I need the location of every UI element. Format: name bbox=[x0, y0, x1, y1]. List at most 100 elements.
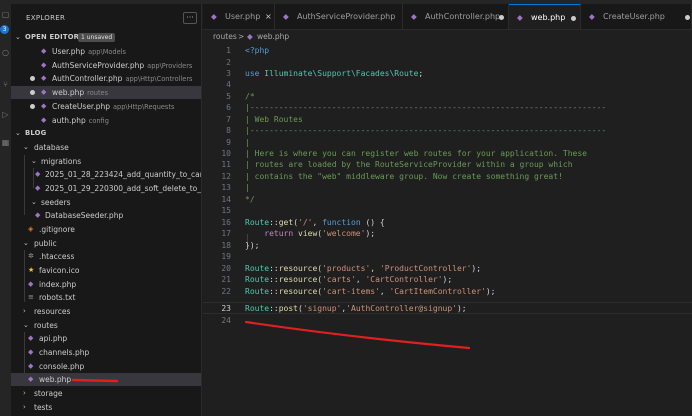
project-section[interactable]: ⌄ BLOG bbox=[11, 127, 201, 140]
more-actions-button[interactable]: ··· bbox=[183, 12, 197, 24]
unsaved-dot-icon[interactable] bbox=[685, 15, 690, 20]
unsaved-dot-icon[interactable] bbox=[571, 16, 576, 21]
tree-folder-database[interactable]: ⌄ database bbox=[11, 141, 201, 154]
code-line: |---------------------------------------… bbox=[245, 103, 607, 112]
code-line: | Here is where you can register web rou… bbox=[245, 149, 587, 158]
chevron-down-icon: ⌄ bbox=[15, 129, 21, 137]
open-editor-label: web.php routes bbox=[52, 88, 109, 97]
php-file-icon: ◆ bbox=[28, 375, 34, 383]
php-file-icon: ◆ bbox=[28, 280, 34, 288]
gear-icon: ✲ bbox=[28, 252, 34, 260]
code-line: Route::resource('carts', 'CartController… bbox=[245, 275, 453, 284]
chevron-down-icon: ⌄ bbox=[31, 157, 37, 165]
open-editor-item[interactable]: ◆ CreateUser.php app\Http\Requests bbox=[11, 100, 201, 113]
php-file-icon: ◆ bbox=[41, 88, 47, 96]
breadcrumb-folder[interactable]: routes bbox=[213, 30, 237, 43]
tree-folder-migrations[interactable]: ⌄ migrations bbox=[11, 155, 201, 168]
tree-folder-storage[interactable]: › storage bbox=[11, 387, 201, 400]
tab-user-php[interactable]: ◆ User.php × bbox=[203, 4, 275, 29]
code-line: */ bbox=[245, 195, 255, 204]
open-editor-item[interactable]: ◆ auth.php config bbox=[11, 114, 201, 127]
line-number: 23 bbox=[221, 304, 231, 313]
line-number: 21 bbox=[221, 275, 231, 284]
open-editor-item[interactable]: ◆ AuthServiceProvider.php app\Providers bbox=[11, 59, 201, 72]
chevron-down-icon: ⌄ bbox=[23, 143, 29, 151]
tree-folder-seeders[interactable]: ⌄ seeders bbox=[11, 196, 201, 209]
tab-authserviceprovider[interactable]: ◆ AuthServiceProvider.php bbox=[275, 4, 403, 29]
code-line: use Illuminate\Support\Facades\Route; bbox=[245, 69, 424, 78]
php-file-icon: ◆ bbox=[41, 74, 47, 82]
search-icon[interactable]: ○ bbox=[1, 48, 10, 57]
php-file-icon: ◆ bbox=[589, 12, 595, 21]
tree-folder-resources[interactable]: › resources bbox=[11, 305, 201, 318]
php-file-icon: ◆ bbox=[211, 12, 217, 21]
chevron-down-icon: ⌄ bbox=[15, 33, 21, 41]
activity-bar: ▢ 3 ○ ⑂ ▷ ▦ bbox=[0, 4, 11, 416]
breadcrumb-separator: > bbox=[238, 32, 245, 41]
files-icon[interactable]: ▢ bbox=[1, 10, 10, 19]
line-number: 8 bbox=[226, 126, 231, 135]
code-editor[interactable]: 1 2 3 4 5 6 7 8 9 10 11 12 13 14 15 16 1… bbox=[203, 43, 692, 416]
code-line-current: Route::post('signup','AuthController@sig… bbox=[245, 304, 467, 313]
tab-authcontroller[interactable]: ◆ AuthController.php bbox=[403, 4, 509, 29]
open-editor-item[interactable]: ◆ User.php app\Models bbox=[11, 45, 201, 58]
line-number: 6 bbox=[226, 103, 231, 112]
open-editors-section[interactable]: ⌄ OPEN EDITORS 1 unsaved bbox=[11, 31, 201, 44]
code-line: | bbox=[245, 138, 250, 147]
breadcrumb-file[interactable]: web.php bbox=[257, 30, 289, 43]
tree-file[interactable]: ★ favicon.ico bbox=[11, 264, 201, 277]
open-editor-item[interactable]: ◆ AuthController.php app\Http\Controllers bbox=[11, 72, 201, 85]
git-icon: ◈ bbox=[28, 225, 34, 233]
open-editor-label: AuthController.php app\Http\Controllers bbox=[52, 74, 193, 83]
tree-file[interactable]: ◆ channels.php bbox=[11, 346, 201, 359]
line-number: 7 bbox=[226, 115, 231, 124]
line-number: 2 bbox=[226, 58, 231, 67]
php-file-icon: ◆ bbox=[35, 211, 41, 219]
line-number: 3 bbox=[226, 69, 231, 78]
tree-file[interactable]: ◈ .gitignore bbox=[11, 223, 201, 236]
project-label: BLOG bbox=[25, 129, 47, 137]
tree-file[interactable]: ◆ 2025_01_29_220300_add_soft_delete_to_c… bbox=[11, 182, 201, 195]
tree-file[interactable]: ◆ console.php bbox=[11, 360, 201, 373]
tree-file[interactable]: ✲ .htaccess bbox=[11, 250, 201, 263]
extensions-icon[interactable]: ▦ bbox=[1, 138, 10, 147]
tree-file[interactable]: ◆ api.php bbox=[11, 332, 201, 345]
chevron-down-icon: ⌄ bbox=[23, 239, 29, 247]
chevron-right-icon: › bbox=[23, 389, 26, 397]
code-line: Route::get('/', function () { bbox=[245, 218, 385, 227]
php-file-icon: ◆ bbox=[283, 12, 289, 21]
explorer-title: EXPLORER bbox=[26, 14, 66, 22]
open-editor-label: CreateUser.php app\Http\Requests bbox=[52, 102, 175, 111]
tree-file[interactable]: ◆ DatabaseSeeder.php bbox=[11, 209, 201, 222]
run-debug-icon[interactable]: ▷ bbox=[1, 110, 10, 119]
line-number: 20 bbox=[221, 264, 231, 273]
php-file-icon: ◆ bbox=[35, 184, 41, 192]
code-line: Route::resource('cart-items', 'CartItemC… bbox=[245, 287, 496, 296]
source-control-icon[interactable]: ⑂ bbox=[1, 80, 10, 89]
php-file-icon: ◆ bbox=[41, 102, 47, 110]
php-file-icon: ◆ bbox=[28, 362, 34, 370]
tree-folder-public[interactable]: ⌄ public bbox=[11, 237, 201, 250]
line-number: 17 bbox=[221, 229, 231, 238]
chevron-down-icon: ⌄ bbox=[31, 198, 37, 206]
tree-file[interactable]: ◆ index.php bbox=[11, 278, 201, 291]
tree-file-active[interactable]: ◆ web.php bbox=[11, 373, 201, 386]
chevron-right-icon: › bbox=[23, 307, 26, 315]
explorer-header: EXPLORER ··· bbox=[11, 10, 201, 26]
open-editor-item-active[interactable]: ◆ web.php routes bbox=[11, 86, 201, 99]
code-line: Route::resource('products', 'ProductCont… bbox=[245, 264, 482, 273]
php-file-icon: ◆ bbox=[28, 348, 34, 356]
tree-folder-tests[interactable]: › tests bbox=[11, 401, 201, 414]
tree-file[interactable]: ≡ robots.txt bbox=[11, 291, 201, 304]
star-icon: ★ bbox=[28, 266, 35, 274]
php-file-icon: ◆ bbox=[41, 47, 47, 55]
line-number: 16 bbox=[221, 218, 231, 227]
tree-file[interactable]: ◆ 2025_01_28_223424_add_quantity_to_cart… bbox=[11, 168, 201, 181]
tree-folder-routes[interactable]: ⌄ routes bbox=[11, 319, 201, 332]
unsaved-dot-icon bbox=[30, 104, 35, 109]
tab-web-php[interactable]: ◆ web.php bbox=[509, 4, 581, 29]
tab-createuser[interactable]: ◆ CreateUser.php bbox=[581, 4, 692, 29]
close-icon[interactable]: × bbox=[265, 4, 272, 29]
line-number: 12 bbox=[221, 172, 231, 181]
unsaved-dot-icon[interactable] bbox=[499, 15, 504, 20]
